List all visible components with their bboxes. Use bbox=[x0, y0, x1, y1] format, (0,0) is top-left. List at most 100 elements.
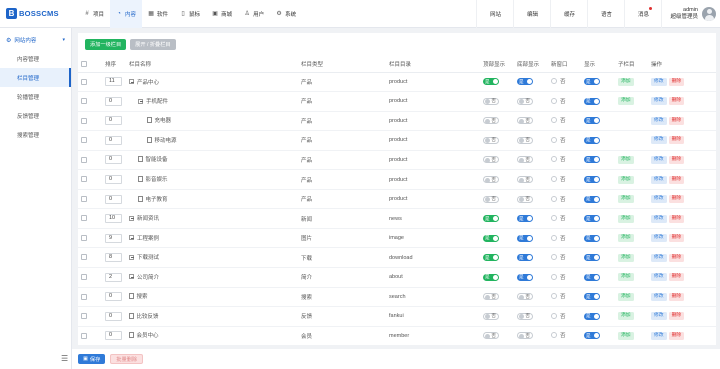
sort-input[interactable]: 0 bbox=[105, 292, 122, 302]
edit-button[interactable]: 修改 bbox=[651, 97, 667, 106]
new-window-radio[interactable]: 否 bbox=[551, 77, 566, 85]
nav-item-3[interactable]: ▯ 鼠标 bbox=[174, 0, 206, 28]
show-switch[interactable]: 是 bbox=[584, 195, 600, 203]
top-display-switch[interactable]: 否 bbox=[483, 312, 499, 320]
top-display-switch[interactable]: 是 bbox=[483, 78, 499, 86]
top-display-switch[interactable]: 是 bbox=[483, 215, 499, 223]
edit-button[interactable]: 修改 bbox=[651, 312, 667, 321]
edit-button[interactable]: 修改 bbox=[651, 292, 667, 301]
sort-input[interactable]: 11 bbox=[105, 77, 122, 87]
edit-button[interactable]: 修改 bbox=[651, 155, 667, 164]
new-window-radio[interactable]: 否 bbox=[551, 312, 566, 320]
bottom-display-switch[interactable]: 否 bbox=[517, 293, 533, 301]
new-window-radio[interactable]: 否 bbox=[551, 97, 566, 105]
delete-button[interactable]: 删除 bbox=[668, 312, 685, 321]
delete-button[interactable]: 删除 bbox=[668, 234, 685, 243]
show-switch[interactable]: 是 bbox=[584, 254, 600, 262]
bottom-display-switch[interactable]: 否 bbox=[517, 312, 533, 320]
row-checkbox[interactable] bbox=[81, 332, 87, 339]
nav-item-2[interactable]: ▦ 软件 bbox=[142, 0, 174, 28]
bottom-display-switch[interactable]: 是 bbox=[517, 78, 533, 86]
edit-button[interactable]: 修改 bbox=[651, 214, 667, 223]
sort-input[interactable]: 0 bbox=[105, 175, 122, 184]
new-window-radio[interactable]: 否 bbox=[551, 234, 566, 242]
delete-button[interactable]: 删除 bbox=[668, 253, 685, 262]
add-sub-button[interactable]: 添加 bbox=[618, 214, 634, 223]
collapse-toggle-icon[interactable] bbox=[129, 215, 134, 221]
row-checkbox[interactable] bbox=[81, 195, 87, 202]
delete-button[interactable]: 删除 bbox=[668, 195, 685, 204]
bottom-display-switch[interactable]: 否 bbox=[517, 97, 533, 105]
top-display-switch[interactable]: 否 bbox=[483, 195, 499, 203]
select-all-checkbox[interactable] bbox=[81, 60, 87, 67]
top-display-switch[interactable]: 否 bbox=[483, 156, 499, 164]
row-checkbox[interactable] bbox=[81, 78, 87, 85]
sort-input[interactable]: 10 bbox=[105, 214, 122, 224]
sidebar-item-4[interactable]: 搜索管理 bbox=[0, 125, 71, 144]
collapse-toggle-icon[interactable] bbox=[138, 98, 143, 104]
add-sub-button[interactable]: 添加 bbox=[618, 234, 634, 243]
new-window-radio[interactable]: 否 bbox=[551, 253, 566, 261]
new-window-radio[interactable]: 否 bbox=[551, 273, 566, 281]
bottom-display-switch[interactable]: 是 bbox=[517, 234, 533, 242]
show-switch[interactable]: 是 bbox=[584, 293, 600, 301]
header-link-messages[interactable]: 消息 bbox=[624, 0, 661, 28]
nav-item-4[interactable]: ▣ 商城 bbox=[206, 0, 238, 28]
row-checkbox[interactable] bbox=[81, 156, 87, 163]
sidebar-item-3[interactable]: 反馈管理 bbox=[0, 106, 71, 125]
add-sub-button[interactable]: 添加 bbox=[618, 77, 634, 86]
edit-button[interactable]: 修改 bbox=[651, 175, 667, 184]
row-checkbox[interactable] bbox=[81, 215, 87, 222]
add-sub-button[interactable]: 添加 bbox=[618, 273, 634, 282]
delete-button[interactable]: 删除 bbox=[668, 155, 685, 164]
show-switch[interactable]: 是 bbox=[584, 234, 600, 242]
edit-button[interactable]: 修改 bbox=[651, 234, 667, 243]
sort-input[interactable]: 0 bbox=[105, 331, 122, 341]
add-sub-button[interactable]: 添加 bbox=[618, 253, 634, 262]
top-display-switch[interactable]: 否 bbox=[483, 136, 499, 144]
sidebar-item-0[interactable]: 内容管理 bbox=[0, 49, 71, 68]
bottom-display-switch[interactable]: 否 bbox=[517, 117, 533, 125]
new-window-radio[interactable]: 否 bbox=[551, 136, 566, 144]
batch-delete-button[interactable]: 批量删除 bbox=[110, 354, 144, 364]
new-window-radio[interactable]: 否 bbox=[551, 292, 566, 300]
bottom-display-switch[interactable]: 是 bbox=[517, 215, 533, 223]
top-display-switch[interactable]: 是 bbox=[483, 273, 499, 281]
new-window-radio[interactable]: 否 bbox=[551, 175, 566, 183]
row-checkbox[interactable] bbox=[81, 117, 87, 124]
sort-input[interactable]: 2 bbox=[105, 272, 122, 282]
user-menu[interactable]: admin 超级管理员 bbox=[661, 0, 720, 28]
show-switch[interactable]: 是 bbox=[584, 78, 600, 86]
edit-button[interactable]: 修改 bbox=[651, 195, 667, 204]
row-checkbox[interactable] bbox=[81, 254, 87, 261]
edit-button[interactable]: 修改 bbox=[651, 77, 667, 86]
sidebar-item-1[interactable]: 栏目管理 bbox=[0, 68, 71, 87]
sort-input[interactable]: 0 bbox=[105, 135, 122, 145]
bottom-display-switch[interactable]: 是 bbox=[517, 273, 533, 281]
delete-button[interactable]: 删除 bbox=[668, 292, 685, 301]
row-checkbox[interactable] bbox=[81, 293, 87, 300]
row-checkbox[interactable] bbox=[81, 137, 87, 144]
bottom-display-switch[interactable]: 否 bbox=[517, 195, 533, 203]
add-sub-button[interactable]: 添加 bbox=[618, 97, 634, 106]
show-switch[interactable]: 是 bbox=[584, 97, 600, 105]
collapse-toggle-icon[interactable] bbox=[129, 79, 134, 85]
delete-button[interactable]: 删除 bbox=[668, 116, 685, 125]
top-display-switch[interactable]: 否 bbox=[483, 332, 499, 340]
add-sub-button[interactable]: 添加 bbox=[618, 292, 634, 301]
avatar[interactable] bbox=[702, 6, 716, 21]
collapse-toggle-icon[interactable] bbox=[129, 254, 134, 260]
save-button[interactable]: ▣ 保存 bbox=[78, 354, 106, 364]
top-display-switch[interactable]: 否 bbox=[483, 117, 499, 125]
sort-input[interactable]: 0 bbox=[105, 155, 122, 165]
sidebar-collapse-icon[interactable]: ☰ bbox=[61, 354, 68, 363]
bottom-display-switch[interactable]: 否 bbox=[517, 156, 533, 164]
delete-button[interactable]: 删除 bbox=[668, 136, 685, 145]
top-display-switch[interactable]: 否 bbox=[483, 97, 499, 105]
sort-input[interactable]: 9 bbox=[105, 233, 122, 243]
header-link-language[interactable]: 语言 bbox=[587, 0, 624, 28]
row-checkbox[interactable] bbox=[81, 313, 87, 320]
show-switch[interactable]: 是 bbox=[584, 117, 600, 125]
sort-input[interactable]: 0 bbox=[105, 116, 122, 126]
sort-input[interactable]: 0 bbox=[105, 311, 122, 321]
